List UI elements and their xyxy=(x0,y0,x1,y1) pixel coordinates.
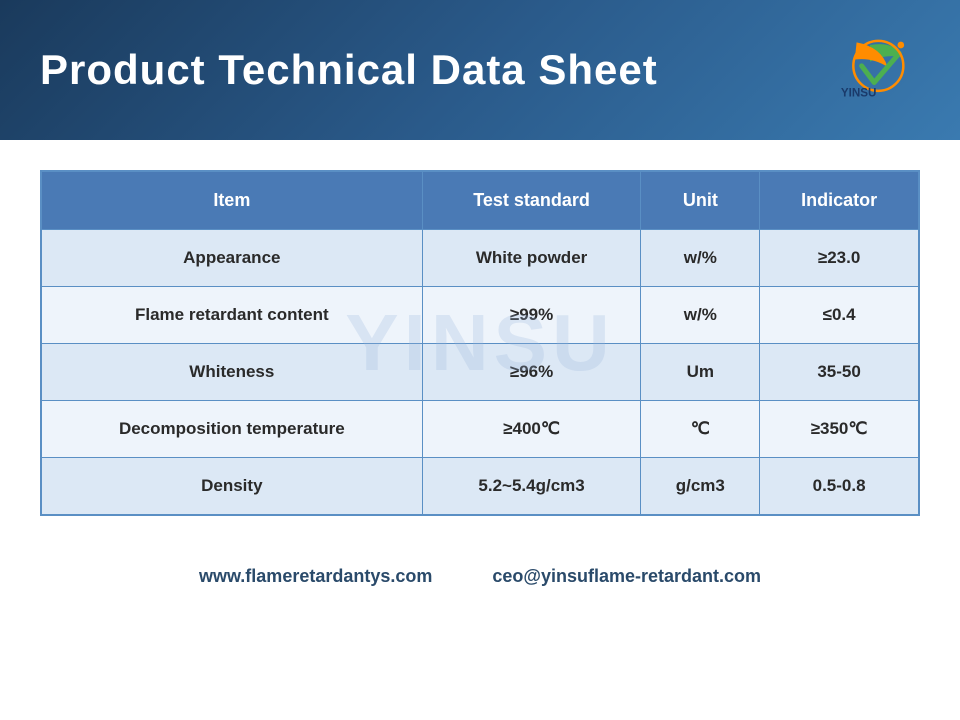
cell-test_standard: ≥400℃ xyxy=(422,401,641,458)
col-header-test: Test standard xyxy=(422,171,641,230)
cell-test_standard: White powder xyxy=(422,230,641,287)
page-header: Product Technical Data Sheet YINSU xyxy=(0,0,960,140)
footer-email: ceo@yinsuflame-retardant.com xyxy=(492,566,761,587)
cell-indicator: ≤0.4 xyxy=(760,287,919,344)
cell-item: Decomposition temperature xyxy=(41,401,422,458)
cell-indicator: ≥23.0 xyxy=(760,230,919,287)
table-row: AppearanceWhite powderw/%≥23.0 xyxy=(41,230,919,287)
cell-item: Density xyxy=(41,458,422,516)
cell-item: Flame retardant content xyxy=(41,287,422,344)
footer-links: www.flameretardantys.com ceo@yinsuflame-… xyxy=(40,566,920,587)
main-content: YINSU Item Test standard Unit Indicator … xyxy=(0,140,960,546)
table-wrapper: YINSU Item Test standard Unit Indicator … xyxy=(40,170,920,516)
cell-test_standard: ≥99% xyxy=(422,287,641,344)
col-header-item: Item xyxy=(41,171,422,230)
cell-indicator: 0.5-0.8 xyxy=(760,458,919,516)
table-header-row: Item Test standard Unit Indicator xyxy=(41,171,919,230)
footer: www.flameretardantys.com ceo@yinsuflame-… xyxy=(0,546,960,607)
product-data-table: Item Test standard Unit Indicator Appear… xyxy=(40,170,920,516)
col-header-unit: Unit xyxy=(641,171,760,230)
table-row: Density5.2~5.4g/cm3g/cm30.5-0.8 xyxy=(41,458,919,516)
col-header-indicator: Indicator xyxy=(760,171,919,230)
cell-item: Whiteness xyxy=(41,344,422,401)
table-row: Flame retardant content≥99%w/%≤0.4 xyxy=(41,287,919,344)
cell-test_standard: 5.2~5.4g/cm3 xyxy=(422,458,641,516)
cell-unit: Um xyxy=(641,344,760,401)
cell-unit: ℃ xyxy=(641,401,760,458)
cell-unit: g/cm3 xyxy=(641,458,760,516)
footer-website: www.flameretardantys.com xyxy=(199,566,432,587)
table-row: Whiteness≥96%Um35-50 xyxy=(41,344,919,401)
cell-test_standard: ≥96% xyxy=(422,344,641,401)
cell-unit: w/% xyxy=(641,287,760,344)
yinsu-logo: YINSU xyxy=(820,35,920,105)
page-title: Product Technical Data Sheet xyxy=(40,46,658,94)
cell-item: Appearance xyxy=(41,230,422,287)
logo-area: YINSU xyxy=(820,35,920,105)
cell-unit: w/% xyxy=(641,230,760,287)
cell-indicator: 35-50 xyxy=(760,344,919,401)
table-row: Decomposition temperature≥400℃℃≥350℃ xyxy=(41,401,919,458)
svg-text:YINSU: YINSU xyxy=(841,87,877,100)
cell-indicator: ≥350℃ xyxy=(760,401,919,458)
